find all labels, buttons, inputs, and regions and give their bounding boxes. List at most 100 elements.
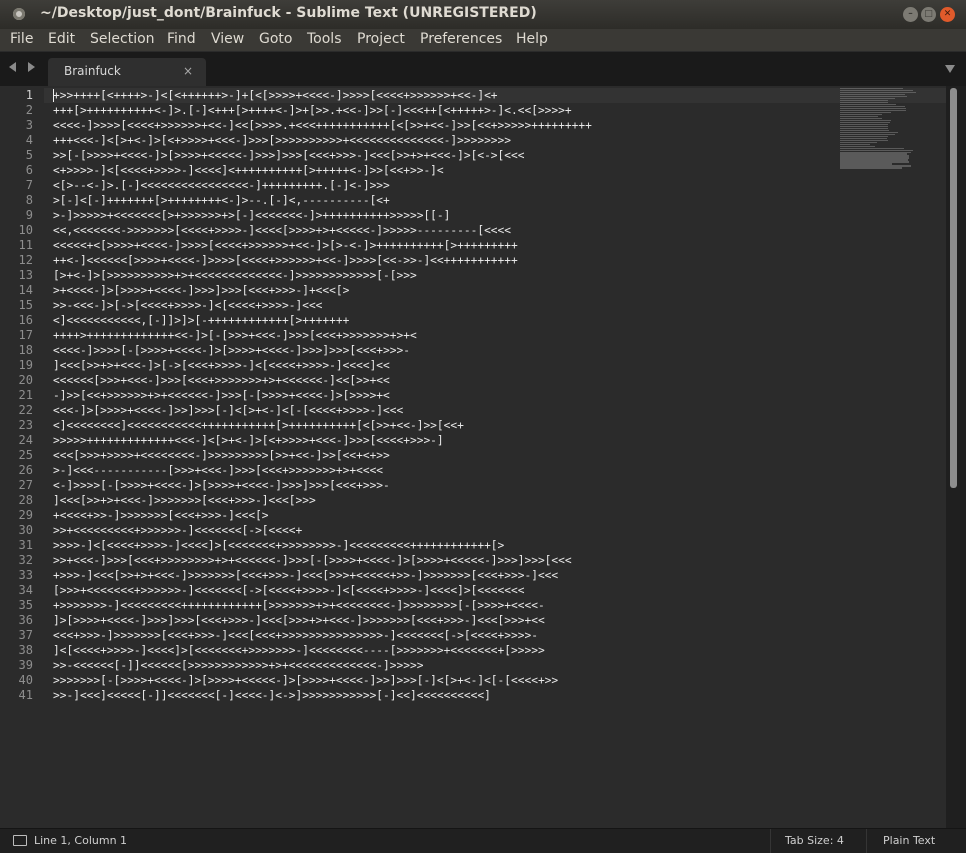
menu-view[interactable]: View — [211, 31, 244, 47]
code-line: <-]>>>>[-[>>>>+<<<<-]>[>>>>+<<<<-]>>>]>>… — [53, 479, 390, 492]
line-number: 13 — [18, 268, 33, 282]
tab-dropdown-icon[interactable] — [945, 65, 955, 73]
tab-nav-right-icon[interactable] — [28, 62, 35, 72]
code-line: +>>>>>>>-]<<<<<<<<<++++++++++++[>>>>>>>+… — [53, 599, 545, 612]
minimap-line — [840, 167, 902, 169]
line-number: 27 — [18, 478, 33, 492]
line-number: 14 — [18, 283, 33, 297]
code-line: >>+<<<<<<<<<+>>>>>>-]<<<<<<<[->[<<<<+ — [53, 524, 303, 537]
line-number: 6 — [25, 163, 33, 177]
menu-goto[interactable]: Goto — [259, 31, 292, 47]
code-line: [>+<-]>[>>>>>>>>>>+>+<<<<<<<<<<<<<-]>>>>… — [53, 269, 417, 282]
code-line: >>-<<<-]>[->[<<<<+>>>>-]<[<<<<+>>>>-]<<< — [53, 299, 323, 312]
menu-preferences[interactable]: Preferences — [420, 31, 502, 47]
line-number: 4 — [25, 133, 33, 147]
line-number: 41 — [18, 688, 33, 702]
tab-brainfuck[interactable]: Brainfuck × — [48, 58, 206, 86]
line-number: 7 — [25, 178, 33, 192]
menu-find[interactable]: Find — [167, 31, 196, 47]
line-number: 2 — [25, 103, 33, 117]
line-number: 11 — [18, 238, 33, 252]
line-number: 26 — [18, 463, 33, 477]
line-number: 15 — [18, 298, 33, 312]
status-bar: Line 1, Column 1 Tab Size: 4 Plain Text — [0, 828, 966, 853]
text-editor[interactable]: +>>++++[<++++>-]<[<++++++>-]+[<[>>>>+<<<… — [44, 86, 946, 828]
line-number: 9 — [25, 208, 33, 222]
cursor-position: Line 1, Column 1 — [34, 834, 128, 847]
code-line: +++<<<-]<[>+<-]>[<+>>>>+<<<-]>>>[>>>>>>>… — [53, 134, 512, 147]
tab-nav-left-icon[interactable] — [9, 62, 16, 72]
menu-selection[interactable]: Selection — [90, 31, 155, 47]
code-line: <+>>>>-]<[<<<<+>>>>-]<<<<]<++++++++++[>+… — [53, 164, 444, 177]
minimize-button[interactable]: – — [903, 7, 918, 22]
code-line: +<<<<+>>-]>>>>>>>[<<<+>>>-]<<<[> — [53, 509, 269, 522]
line-number: 29 — [18, 508, 33, 522]
line-number: 17 — [18, 328, 33, 342]
menu-file[interactable]: File — [10, 31, 33, 47]
line-number: 31 — [18, 538, 33, 552]
console-toggle-icon[interactable] — [13, 835, 27, 846]
code-line: >>>>-]<[<<<<+>>>>-]<<<<]>[<<<<<<<+>>>>>>… — [53, 539, 505, 552]
app-icon — [13, 8, 25, 20]
line-number: 36 — [18, 613, 33, 627]
tab-close-icon[interactable]: × — [183, 64, 193, 78]
line-number: 40 — [18, 673, 33, 687]
title-bar: ~/Desktop/just_dont/Brainfuck - Sublime … — [0, 0, 966, 29]
vertical-scrollbar[interactable] — [946, 86, 966, 828]
line-number: 22 — [18, 403, 33, 417]
code-line: <]<<<<<<<<]<<<<<<<<<<<+++++++++++[>+++++… — [53, 419, 464, 432]
code-line: <<<<<<[>>>+<<<-]>>>[<<<+>>>>>>>+>+<<<<<<… — [53, 374, 390, 387]
code-line: >>-<<<<<<[-]]<<<<<<[>>>>>>>>>>>>+>+<<<<<… — [53, 659, 424, 672]
code-line: >>[-[>>>>+<<<<-]>[>>>>+<<<<<-]>>>]>>>[<<… — [53, 149, 525, 162]
code-line: <<<<<+<[>>>>+<<<<-]>>>>[<<<<+>>>>>>+<<-]… — [53, 239, 518, 252]
code-line: -]>>[<<+>>>>>>+>+<<<<<<-]>>>[-[>>>>+<<<<… — [53, 389, 390, 402]
maximize-button[interactable]: □ — [921, 7, 936, 22]
menu-tools[interactable]: Tools — [307, 31, 342, 47]
code-line: +>>++++[<++++>-]<[<++++++>-]+[<[>>>>+<<<… — [53, 89, 498, 102]
code-line: >+<<<<-]>[>>>>+<<<<-]>>>]>>>[<<<+>>>-]+<… — [53, 284, 350, 297]
code-line: >>-]<<<]<<<<<[-]]<<<<<<<[-]<<<<-]<->]>>>… — [53, 689, 491, 702]
minimap[interactable] — [840, 88, 930, 169]
code-line: <]<<<<<<<<<<<,[-]]>]>[-++++++++++++[>+++… — [53, 314, 350, 327]
line-number: 16 — [18, 313, 33, 327]
line-number: 39 — [18, 658, 33, 672]
line-number: 12 — [18, 253, 33, 267]
line-number: 5 — [25, 148, 33, 162]
tab-label: Brainfuck — [64, 64, 121, 78]
line-number: 8 — [25, 193, 33, 207]
tab-bar: Brainfuck × — [0, 52, 966, 86]
line-number: 24 — [18, 433, 33, 447]
line-number: 28 — [18, 493, 33, 507]
line-number: 37 — [18, 628, 33, 642]
code-line: >[-]<[-]+++++++[>++++++++<-]>--.[-]<,---… — [53, 194, 390, 207]
line-number: 1 — [25, 88, 33, 102]
code-line: +>>>-]<<<[>>+>+<<<-]>>>>>>>[<<<+>>>-]<<<… — [53, 569, 559, 582]
menu-edit[interactable]: Edit — [48, 31, 75, 47]
code-line: [>>>+<<<<<<<+>>>>>>-]<<<<<<<[->[<<<<+>>>… — [53, 584, 525, 597]
code-line: +++[>++++++++++<-]>.[-]<+++[>++++<-]>+[>… — [53, 104, 572, 117]
scrollbar-thumb[interactable] — [950, 88, 957, 488]
code-line: >>+<<<-]>>>[<<<+>>>>>>>>+>+<<<<<<-]>>>[-… — [53, 554, 572, 567]
code-line: >-]>>>>>+<<<<<<<[>+>>>>>>+>[-]<<<<<<<-]>… — [53, 209, 451, 222]
menu-project[interactable]: Project — [357, 31, 405, 47]
close-button[interactable]: ✕ — [940, 7, 955, 22]
menu-bar: File Edit Selection Find View Goto Tools… — [0, 29, 966, 51]
menu-help[interactable]: Help — [516, 31, 548, 47]
code-line: <<<<-]>>>>[<<<<+>>>>>>+<<-]<<[>>>>.+<<<+… — [53, 119, 592, 132]
code-line: <<<-]>[>>>>+<<<<-]>>]>>>[-]<[>+<-]<[-[<<… — [53, 404, 404, 417]
code-line: ]<[<<<<+>>>>-]<<<<]>[<<<<<<<+>>>>>>>-]<<… — [53, 644, 545, 657]
tab-size-selector[interactable]: Tab Size: 4 — [785, 834, 844, 847]
line-number: 19 — [18, 358, 33, 372]
window-title: ~/Desktop/just_dont/Brainfuck - Sublime … — [40, 5, 537, 21]
code-line: <[>--<-]>.[-]<<<<<<<<<<<<<<<<-]+++++++++… — [53, 179, 390, 192]
syntax-selector[interactable]: Plain Text — [883, 834, 935, 847]
code-line: ]<<<[>>+>+<<<-]>>>>>>>[<<<+>>>-]<<<[>>> — [53, 494, 316, 507]
code-line: >>>>>>>[-[>>>>+<<<<-]>[>>>>+<<<<<-]>[>>>… — [53, 674, 559, 687]
status-divider — [770, 829, 771, 853]
code-line: >>>>>+++++++++++++<<<-]<[>+<-]>[<+>>>>+<… — [53, 434, 444, 447]
code-line: ++++>+++++++++++++<<-]>[-[>>>+<<<-]>>>[<… — [53, 329, 417, 342]
code-line: ]>[>>>>+<<<<-]>>>]>>>[<<<+>>>-]<<<[>>>+>… — [53, 614, 545, 627]
line-number: 21 — [18, 388, 33, 402]
line-number: 18 — [18, 343, 33, 357]
code-line: ]<<<[>>+>+<<<-]>[->[<<<+>>>>-]<[<<<<+>>>… — [53, 359, 390, 372]
